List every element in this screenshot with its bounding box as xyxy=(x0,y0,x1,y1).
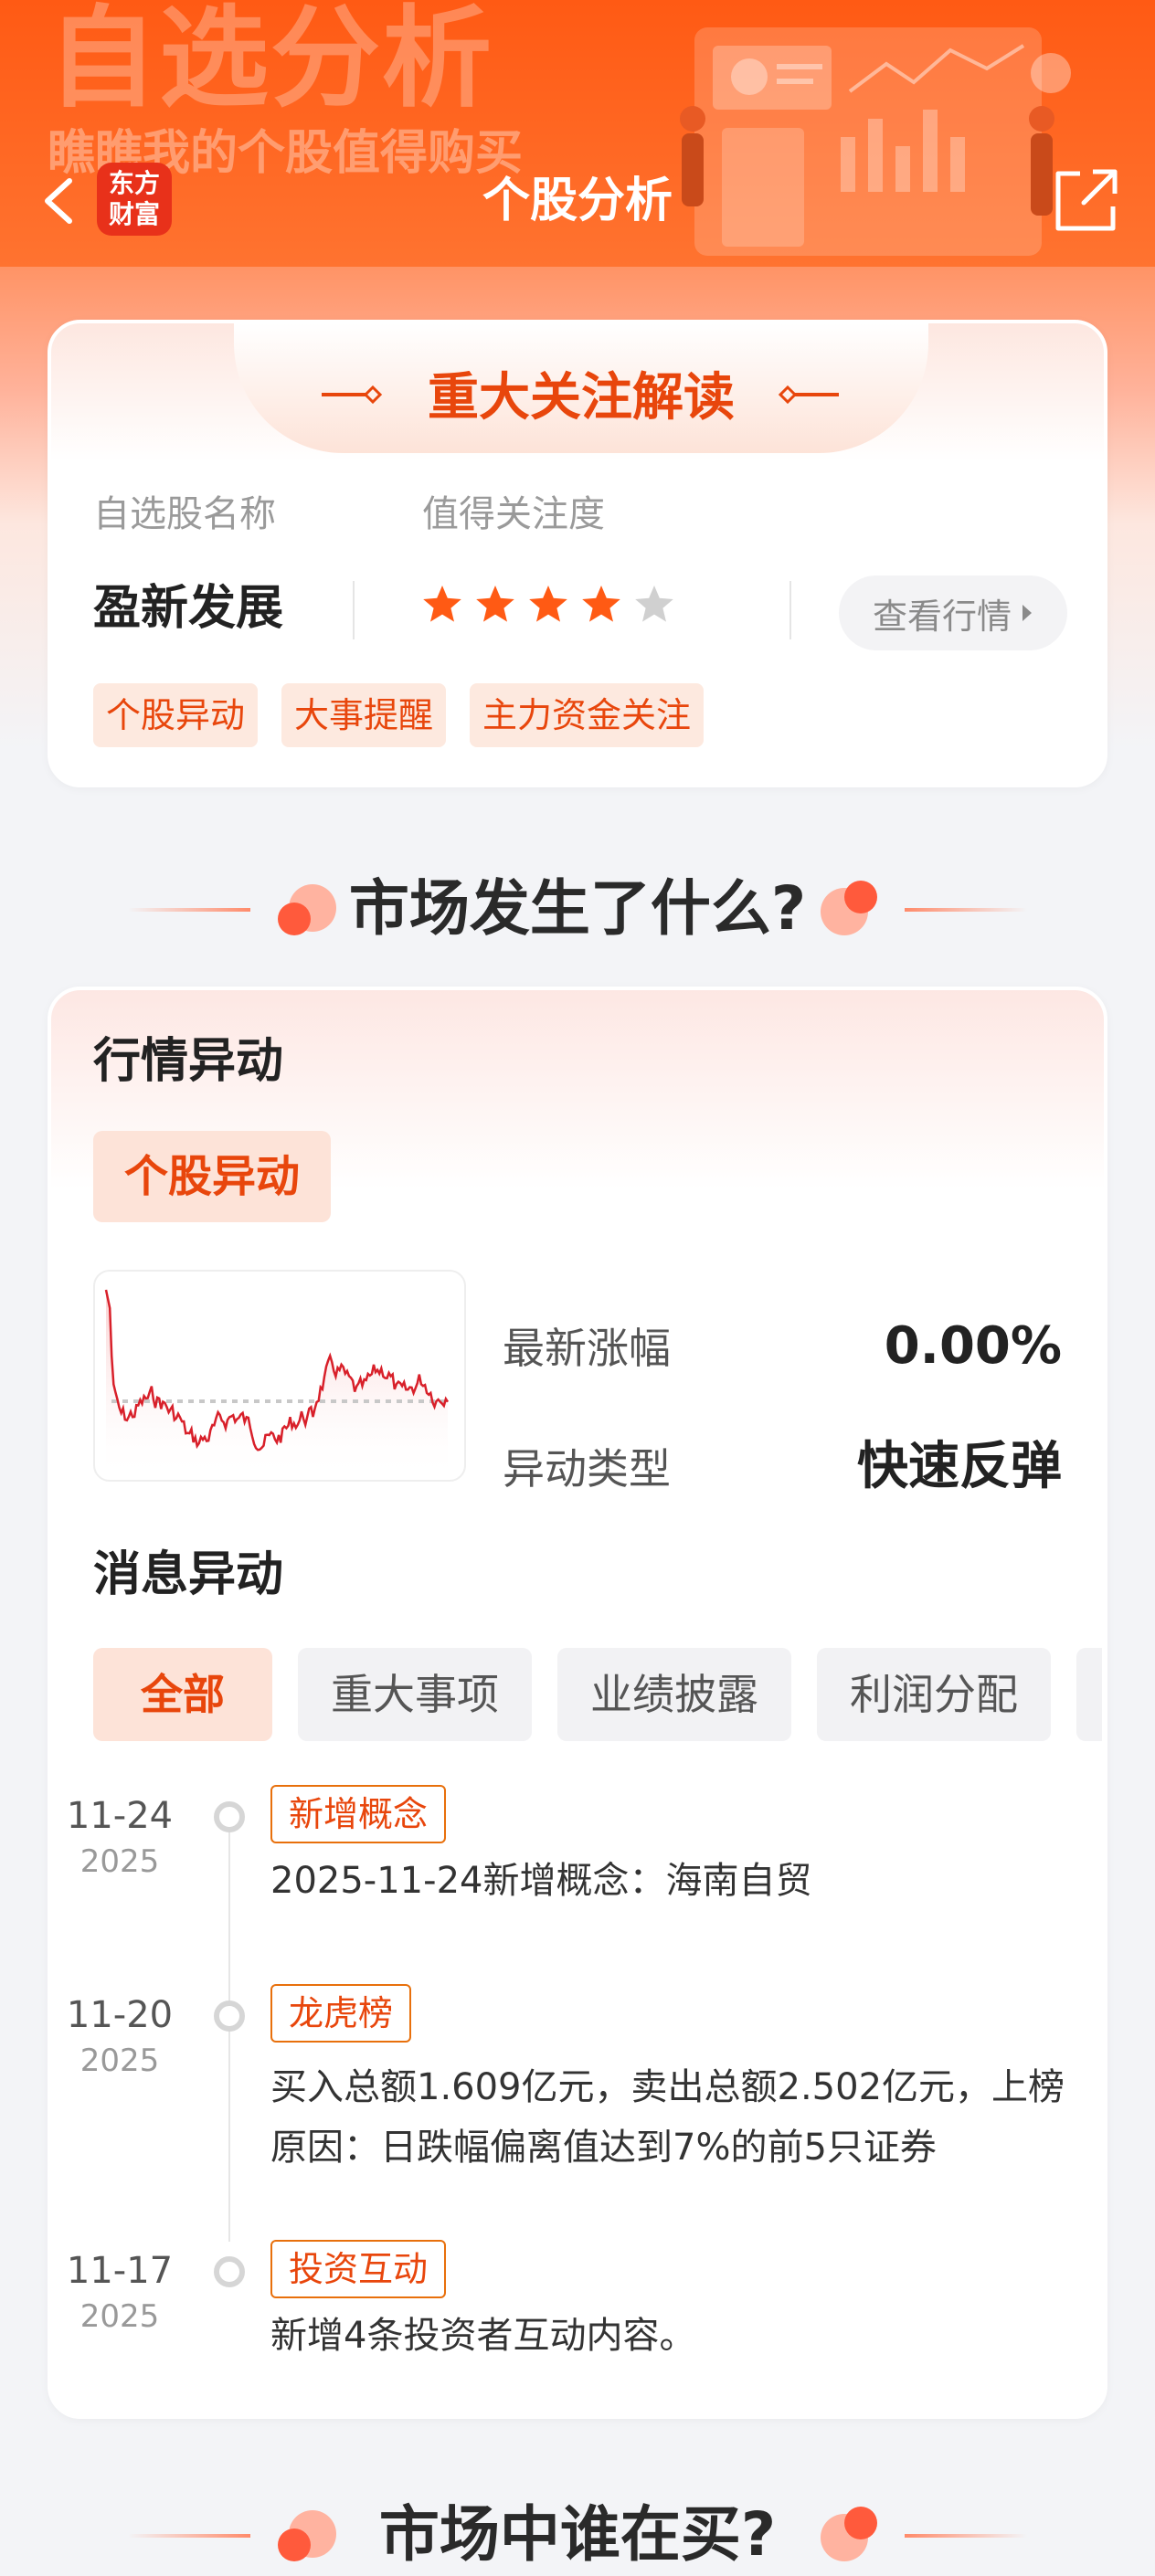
section-who-buying: 市场中谁在买? xyxy=(0,2494,1155,2576)
latest-change-label: 最新涨幅 xyxy=(503,1324,671,1373)
stock-name-label: 自选股名称 xyxy=(93,493,276,535)
timeline-tag: 新增概念 xyxy=(270,1785,447,1843)
top-nav-bar: 东方 财富 个股分析 xyxy=(0,146,1155,256)
share-icon[interactable] xyxy=(1047,163,1124,239)
bubble-decoration-icon xyxy=(821,2507,877,2561)
star-filled-icon xyxy=(423,586,461,622)
tag-major-event[interactable]: 大事提醒 xyxy=(281,683,447,747)
timeline-year: 2025 xyxy=(79,2298,160,2335)
attention-label: 值得关注度 xyxy=(422,493,605,535)
bubble-decoration-icon xyxy=(821,881,877,935)
banner-watermark-title: 自选分析 xyxy=(48,0,493,122)
timeline-date: 11-17 xyxy=(66,2250,174,2292)
timeline-text: 新增4条投资者互动内容。 xyxy=(270,2315,696,2357)
divider xyxy=(789,581,791,639)
filter-more[interactable] xyxy=(1076,1648,1102,1741)
star-filled-icon xyxy=(529,586,567,622)
section-line-right xyxy=(905,908,1027,912)
news-filter-tabs: 全部 重大事项 业绩披露 利润分配 xyxy=(93,1648,1102,1741)
news-anomaly-title: 消息异动 xyxy=(93,1547,284,1602)
filter-major-matters[interactable]: 重大事项 xyxy=(298,1648,532,1741)
timeline-dot xyxy=(214,2256,245,2287)
quote-anomaly-title: 行情异动 xyxy=(93,1034,284,1089)
stock-name: 盈新发展 xyxy=(93,581,284,636)
timeline-dot xyxy=(214,2001,245,2032)
title-decoration-right-icon xyxy=(778,385,839,404)
timeline-date: 11-24 xyxy=(66,1795,174,1837)
timeline-dot xyxy=(214,1801,245,1832)
intraday-line-chart xyxy=(104,1289,450,1480)
view-quote-label: 查看行情 xyxy=(872,596,1012,637)
latest-change-value: 0.00% xyxy=(884,1316,1062,1376)
timeline-date: 11-20 xyxy=(66,1994,174,2036)
timeline-year: 2025 xyxy=(79,1843,160,1880)
focus-card: 重大关注解读 自选股名称 值得关注度 盈新发展 查看行情 个股异动 大事提醒 主… xyxy=(48,320,1107,787)
filter-all[interactable]: 全部 xyxy=(93,1648,272,1741)
page-title: 个股分析 xyxy=(482,174,673,228)
filter-earnings-disclosure[interactable]: 业绩披露 xyxy=(557,1648,791,1741)
caret-right-icon xyxy=(1023,605,1032,621)
focus-tags: 个股异动 大事提醒 主力资金关注 xyxy=(93,683,705,747)
tag-stock-anomaly[interactable]: 个股异动 xyxy=(93,683,259,747)
timeline-year: 2025 xyxy=(79,2043,160,2079)
market-card: 行情异动 个股异动 最新涨幅 0.00% 异动类型 快速反弹 消息异动 全部 重… xyxy=(48,987,1107,2419)
intraday-mini-chart[interactable] xyxy=(93,1270,466,1482)
anomaly-type-label: 异动类型 xyxy=(503,1444,671,1494)
view-quote-button[interactable]: 查看行情 xyxy=(839,575,1067,650)
timeline-tag: 龙虎榜 xyxy=(270,1984,412,2043)
tag-main-fund[interactable]: 主力资金关注 xyxy=(470,683,705,747)
focus-card-title: 重大关注解读 xyxy=(428,368,735,428)
section-line-right xyxy=(905,2534,1027,2538)
attention-rating xyxy=(420,583,676,627)
star-empty-icon xyxy=(635,586,673,622)
divider xyxy=(353,581,355,639)
tab-stock-anomaly[interactable]: 个股异动 xyxy=(93,1131,331,1222)
timeline-text: 买入总额1.609亿元，卖出总额2.502亿元，上榜原因：日跌幅偏离值达到7%的… xyxy=(270,2066,1065,2169)
anomaly-type-value: 快速反弹 xyxy=(857,1437,1062,1496)
timeline-tag: 投资互动 xyxy=(270,2240,447,2298)
star-filled-icon xyxy=(582,586,620,622)
section-what-happened: 市场发生了什么? xyxy=(0,868,1155,950)
star-filled-icon xyxy=(476,586,514,622)
timeline-text: 2025-11-24新增概念：海南自贸 xyxy=(270,1860,812,1902)
filter-profit-distribution[interactable]: 利润分配 xyxy=(817,1648,1051,1741)
